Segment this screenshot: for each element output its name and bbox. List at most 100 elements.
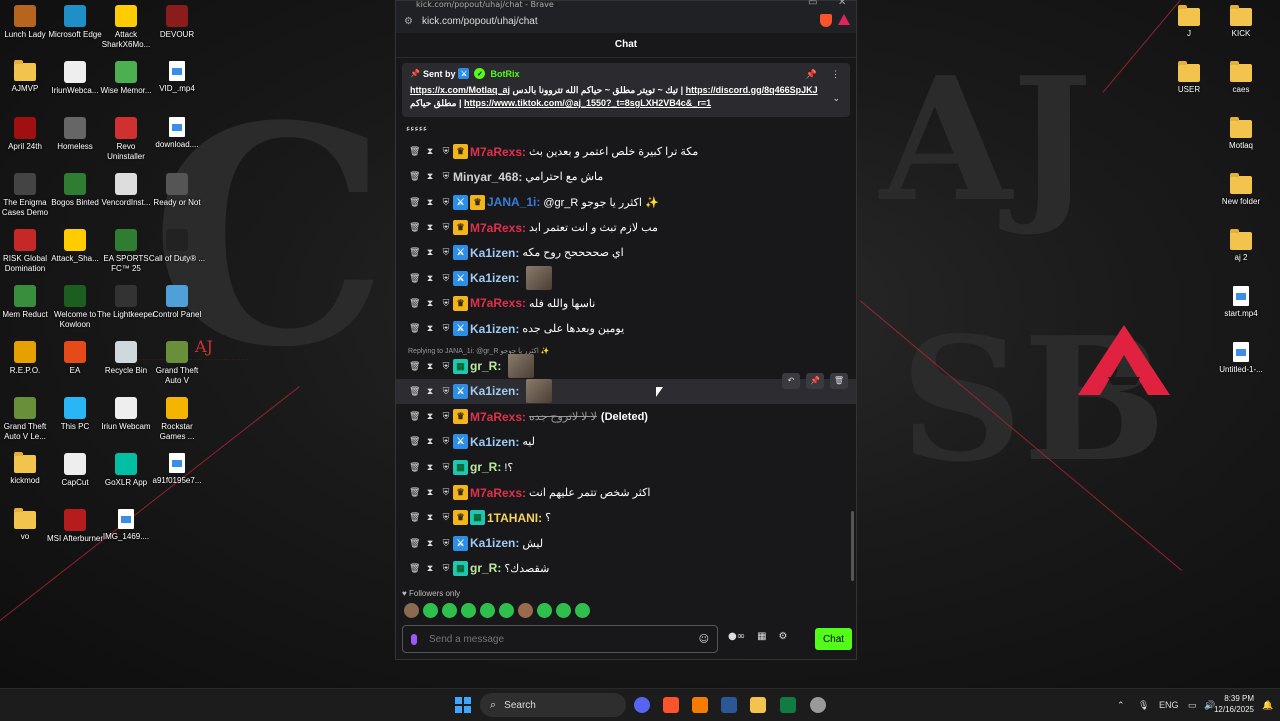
message-input-box[interactable]: ☺ [402, 625, 718, 653]
desktop-icon[interactable]: Attack_Sha... [46, 229, 104, 264]
ban-icon[interactable]: ⛨ [441, 462, 451, 473]
chat-message[interactable]: 🗑 ⧗ ⛨ ♛ M7aRexs: لا لا لاتروح جده (Deleted) [396, 404, 856, 429]
timeout-icon[interactable]: ⧗ [425, 323, 435, 334]
language-indicator[interactable]: ENG [1159, 700, 1179, 710]
site-settings-icon[interactable]: ⚙ [404, 16, 416, 27]
store-icon[interactable]: ▦ [757, 631, 766, 642]
desktop-icon[interactable]: Welcome to Kowloon [46, 285, 104, 330]
more-options-icon[interactable]: ⋮ [831, 69, 840, 80]
chat-username[interactable]: 1TAHANI: [487, 511, 542, 525]
timeout-icon[interactable]: ⧗ [425, 222, 435, 233]
desktop-icon[interactable]: MSI Afterburner [46, 509, 104, 544]
chat-username[interactable]: gr_R: [470, 460, 501, 474]
chat-message[interactable]: 🗑 ⧗ ⛨ ♛ M7aRexs: اكثر شخص تتمر عليهم انت [396, 480, 856, 505]
timeout-icon[interactable]: ⧗ [425, 146, 435, 157]
vs-taskbar-icon[interactable] [721, 697, 737, 713]
delete-message-icon[interactable]: 🗑 [409, 411, 420, 422]
emote-icon[interactable] [556, 603, 571, 618]
delete-message-icon[interactable]: 🗑 [409, 298, 420, 309]
kick-points-icon[interactable]: ●∞ [728, 631, 745, 642]
chat-message[interactable]: 🗑 ⧗ ⛨ ⚔ Ka1izen: [396, 265, 856, 291]
timeout-icon[interactable]: ⧗ [425, 386, 435, 397]
timeout-icon[interactable]: ⧗ [425, 512, 435, 523]
timeout-icon[interactable]: ⧗ [425, 563, 435, 574]
pinned-sender[interactable]: BotRix [490, 69, 519, 79]
chat-username[interactable]: M7aRexs: [470, 410, 526, 424]
desktop-icon[interactable]: Iriun Webcam [97, 397, 155, 432]
desktop-icon[interactable]: The Lightkeeper [97, 285, 155, 320]
delete-message-icon[interactable]: 🗑 [409, 323, 420, 334]
desktop-icon[interactable]: KICK [1212, 5, 1270, 39]
send-chat-button[interactable]: Chat [815, 628, 852, 650]
chat-message[interactable]: 🗑 ⧗ ⛨ ▦ gr_R: !؟ [396, 455, 856, 480]
desktop-icon[interactable]: J [1160, 5, 1218, 39]
ban-icon[interactable]: ⛨ [441, 171, 451, 182]
timeout-icon[interactable]: ⧗ [425, 538, 435, 549]
brave-taskbar-icon[interactable] [663, 697, 679, 713]
clock[interactable]: 8:39 PM 12/16/2025 [1214, 693, 1254, 715]
ban-icon[interactable]: ⛨ [441, 298, 451, 309]
desktop-icon[interactable]: Call of Duty® ... [148, 229, 206, 264]
desktop-icon[interactable]: download.... [148, 117, 206, 150]
desktop-icon[interactable]: VID_.mp4 [148, 61, 206, 94]
desktop-icon[interactable]: DEVOUR [148, 5, 206, 40]
emote-icon[interactable] [404, 603, 419, 618]
chat-username[interactable]: Ka1izen: [470, 435, 519, 449]
chat-message[interactable]: 🗑 ⧗ ⛨ ⚔ Ka1izen: ليه [396, 429, 856, 454]
desktop-icon[interactable]: Recycle Bin [97, 341, 155, 376]
desktop-icon[interactable]: Revo Uninstaller [97, 117, 155, 162]
emote-icon[interactable] [461, 603, 476, 618]
emote-icon[interactable] [480, 603, 495, 618]
timeout-icon[interactable]: ⧗ [425, 171, 435, 182]
desktop-icon[interactable]: a91f0195e7... [148, 453, 206, 486]
delete-message-icon[interactable]: 🗑 [409, 197, 420, 208]
chat-message[interactable]: 🗑 ⧗ ⛨ ⚔ Ka1izen: اي صححححح روح مكه [396, 240, 856, 265]
emote-icon[interactable] [575, 603, 590, 618]
minimize-icon[interactable]: ▭ [808, 0, 817, 8]
chat-username[interactable]: Ka1izen: [470, 384, 519, 398]
chat-message[interactable]: 🗑 ⧗ ⛨ ⚔ ♛ JANA_1i: @gr_R اكثرر يا جوجو ✨ [396, 190, 856, 215]
desktop-icon[interactable]: CapCut [46, 453, 104, 488]
desktop-icon[interactable]: Rockstar Games ... [148, 397, 206, 442]
brave-rewards-icon[interactable] [838, 14, 850, 25]
desktop-icon[interactable]: USER [1160, 61, 1218, 95]
chat-username[interactable]: Ka1izen: [470, 322, 519, 336]
timeout-icon[interactable]: ⧗ [425, 436, 435, 447]
ban-icon[interactable]: ⛨ [441, 386, 451, 397]
chat-username[interactable]: M7aRexs: [470, 296, 526, 310]
timeout-icon[interactable]: ⧗ [425, 462, 435, 473]
emote-icon[interactable] [499, 603, 514, 618]
chat-message[interactable]: 🗑 ⧗ ⛨ ♛ M7aRexs: مب لازم تبث و انت تعتمر ابد [396, 215, 856, 240]
desktop-icon[interactable]: Control Panel [148, 285, 206, 320]
scrollbar[interactable] [851, 511, 854, 581]
delete-message-icon[interactable]: 🗑 [409, 361, 420, 372]
network-icon[interactable]: ▭ [1188, 700, 1197, 711]
chat-username[interactable]: gr_R: [470, 359, 501, 373]
delete-message-icon[interactable]: 🗑 [409, 538, 420, 549]
emoji-picker-icon[interactable]: ☺ [699, 634, 709, 645]
desktop-icon[interactable]: Microsoft Edge [46, 5, 104, 40]
chat-username[interactable]: Ka1izen: [470, 271, 519, 285]
chat-message[interactable]: 🗑 ⧗ ⛨ ♛ M7aRexs: ناسها والله فله [396, 291, 856, 316]
timeout-icon[interactable]: ⧗ [425, 197, 435, 208]
chat-username[interactable]: Minyar_468: [453, 170, 522, 184]
desktop-icon[interactable]: IMG_1469.... [97, 509, 155, 542]
excel-taskbar-icon[interactable] [780, 697, 796, 713]
ban-icon[interactable]: ⛨ [441, 361, 451, 372]
desktop-icon[interactable]: Homeless [46, 117, 104, 152]
timeout-icon[interactable]: ⧗ [425, 273, 435, 284]
desktop-icon[interactable]: GoXLR App [97, 453, 155, 488]
timeout-icon[interactable]: ⧗ [425, 411, 435, 422]
delete-message-icon[interactable]: 🗑 [409, 512, 420, 523]
chat-username[interactable]: M7aRexs: [470, 145, 526, 159]
emote-icon[interactable] [442, 603, 457, 618]
reply-icon[interactable]: ↶ [782, 373, 800, 389]
timeout-icon[interactable]: ⧗ [425, 247, 435, 258]
desktop-icon[interactable]: This PC [46, 397, 104, 432]
chat-message[interactable]: 🗑 ⧗ ⛨ ♛ ▦ 1TAHANI: ؟ [396, 505, 856, 530]
chat-message[interactable]: 🗑 ⧗ ⛨ ⚔ Ka1izen: ليش [396, 530, 856, 555]
tiktok-link[interactable]: https://www.tiktok.com/@aj_1550?_t=8sgLX… [464, 98, 711, 108]
chat-message[interactable]: 🗑 ⧗ ⛨ ▦ gr_R: شقصدك؟ [396, 556, 856, 581]
delete-message-icon[interactable]: 🗑 [409, 247, 420, 258]
chat-message[interactable]: 🗑 ⧗ ⛨ ⚔ Ka1izen: يومين وبعدها على جده [396, 316, 856, 341]
